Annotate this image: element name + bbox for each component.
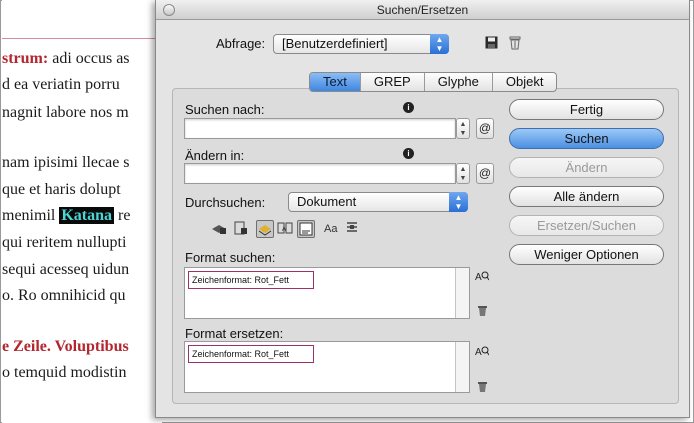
find-input[interactable] — [184, 118, 456, 139]
find-button[interactable]: Suchen — [509, 128, 664, 149]
include-footnotes-icon[interactable] — [297, 220, 315, 238]
include-master-pages-icon[interactable]: A — [277, 220, 295, 238]
document-line: nam ipisimi llecae s — [2, 154, 130, 171]
whole-word-icon[interactable] — [345, 220, 361, 238]
search-type-tabs: Text GREP Glyphe Objekt — [309, 72, 558, 92]
clear-find-format-icon[interactable] — [474, 305, 490, 320]
special-characters-change-button[interactable]: @ — [476, 163, 494, 184]
query-select-value: [Benutzerdefiniert] — [282, 36, 388, 51]
change-find-button[interactable]: Ersetzen/Suchen — [509, 215, 664, 236]
search-scope-value: Dokument — [297, 194, 357, 209]
change-all-button[interactable]: Alle ändern — [509, 186, 664, 207]
document-line-text: re — [114, 207, 131, 224]
format-find-scrollbar[interactable] — [455, 268, 469, 318]
close-button[interactable] — [163, 4, 175, 16]
done-button[interactable]: Fertig — [509, 99, 664, 120]
change-label: Ändern in: — [185, 148, 245, 163]
format-change-box[interactable]: Zeichenformat: Rot_Fett — [184, 341, 470, 393]
tab-glyph[interactable]: Glyphe — [423, 73, 492, 91]
change-input[interactable] — [184, 163, 456, 184]
document-line: sequi acesseq uidun — [2, 261, 130, 278]
include-hidden-layers-icon[interactable] — [256, 220, 274, 238]
svg-text:A: A — [282, 227, 286, 233]
format-find-label: Format suchen: — [185, 250, 276, 265]
format-change-scrollbar[interactable] — [455, 342, 469, 392]
dialog-title: Suchen/Ersetzen — [376, 3, 469, 17]
special-characters-find-button[interactable]: @ — [476, 118, 494, 139]
change-button[interactable]: Ändern — [509, 157, 664, 178]
document-line: strum: adi occus as — [2, 50, 130, 68]
include-locked-stories-icon[interactable] — [233, 220, 249, 238]
text-frame-edge — [2, 38, 162, 39]
document-line: o temquid modistin — [2, 364, 127, 381]
find-change-dialog: Suchen/Ersetzen Abfrage: [Benutzerdefini… — [155, 0, 690, 418]
case-sensitive-icon[interactable]: Aa — [324, 220, 342, 238]
document-line-text: adi occus as — [48, 50, 130, 67]
select-arrows-icon: ▲ ▼ — [430, 34, 449, 54]
document-line: que et haris dolupt — [2, 181, 121, 198]
tab-grep[interactable]: GREP — [359, 73, 424, 91]
document-line: o. Ro omnihicid qu — [2, 287, 126, 304]
specify-change-format-icon[interactable]: A — [474, 345, 490, 362]
info-icon: i — [403, 102, 414, 113]
delete-query-icon[interactable] — [507, 36, 523, 54]
document-heading-line: e Zeile. Voluptibus — [2, 338, 129, 355]
format-change-value: Zeichenformat: Rot_Fett — [188, 345, 315, 363]
red-bold-text: strum: — [2, 50, 49, 67]
document-line: menimil Katana re — [2, 207, 130, 225]
svg-text:A: A — [475, 347, 482, 358]
specify-find-format-icon[interactable]: A — [474, 270, 490, 287]
find-label: Suchen nach: — [185, 102, 265, 117]
document-line: qui reritem nullupti — [2, 234, 127, 251]
found-text-highlight[interactable]: Katana — [59, 207, 114, 224]
save-query-icon[interactable] — [483, 36, 499, 53]
dialog-titlebar[interactable]: Suchen/Ersetzen — [156, 0, 689, 20]
tab-text[interactable]: Text — [310, 73, 360, 91]
document-line-text: menimil — [2, 207, 60, 224]
document-line: d ea veriatin porru — [2, 76, 120, 93]
tab-object[interactable]: Objekt — [491, 73, 557, 91]
search-scope-label: Durchsuchen: — [185, 195, 266, 210]
include-locked-layers-icon[interactable] — [211, 220, 227, 238]
document-line: nagnit labore nos m — [2, 104, 129, 121]
fewer-options-button[interactable]: Weniger Optionen — [509, 244, 664, 265]
format-find-value: Zeichenformat: Rot_Fett — [188, 271, 315, 289]
document-text-area: strum: adi occus as d ea veriatin porru … — [2, 0, 162, 423]
find-history-stepper[interactable]: ▲ ▼ — [456, 118, 470, 139]
clear-change-format-icon[interactable] — [474, 381, 490, 396]
info-icon: i — [403, 148, 414, 159]
query-label: Abfrage: — [216, 36, 266, 51]
query-select[interactable]: [Benutzerdefiniert] ▲ ▼ — [273, 34, 449, 54]
change-history-stepper[interactable]: ▲ ▼ — [456, 163, 470, 184]
svg-text:A: A — [475, 272, 482, 283]
select-arrows-icon: ▲ ▼ — [449, 192, 468, 212]
search-scope-select[interactable]: Dokument ▲ ▼ — [288, 192, 468, 212]
format-change-label: Format ersetzen: — [185, 326, 284, 341]
format-find-box[interactable]: Zeichenformat: Rot_Fett — [184, 267, 470, 319]
